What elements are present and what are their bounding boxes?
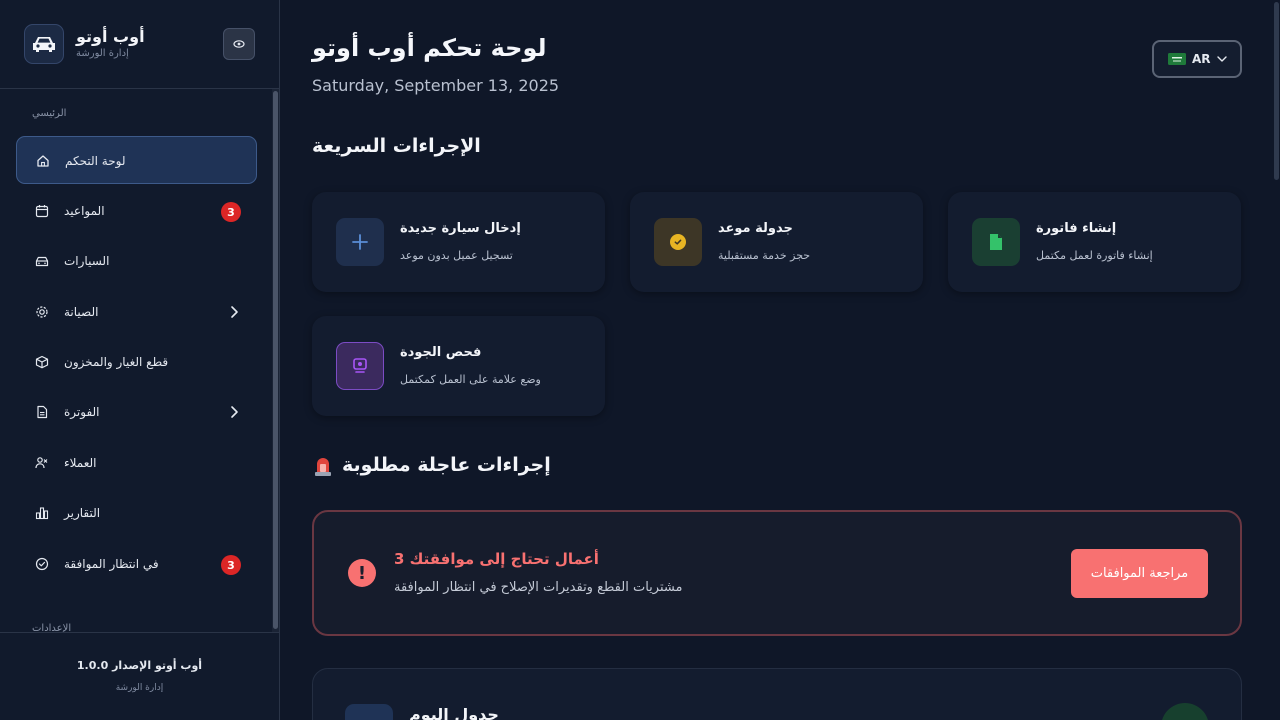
footer-subtitle: إدارة الورشة bbox=[115, 683, 164, 693]
alert-title: أعمال تحتاج إلى موافقتك 3 bbox=[394, 550, 599, 568]
sidebar-item-pending-approval[interactable]: في انتظار الموافقة 3 bbox=[16, 540, 257, 588]
sidebar-footer: أوب أوتو الإصدار 1.0.0 إدارة الورشة bbox=[0, 632, 279, 720]
main-content: لوحة تحكم أوب أوتو Saturday, September 1… bbox=[280, 0, 1280, 720]
alert-icon: ! bbox=[348, 559, 376, 587]
card-title: إدخال سيارة جديدة bbox=[400, 221, 521, 236]
schedule-status-icon bbox=[1161, 703, 1209, 720]
plus-icon bbox=[336, 218, 384, 266]
sidebar-item-label: المواعيد bbox=[64, 204, 105, 218]
users-icon bbox=[35, 457, 48, 469]
sidebar-item-label: الصيانة bbox=[64, 305, 99, 319]
inspection-icon bbox=[336, 342, 384, 390]
sidebar-item-cars[interactable]: السيارات bbox=[16, 237, 257, 285]
card-title: إنشاء فاتورة bbox=[1036, 221, 1117, 236]
toggle-visibility-button[interactable] bbox=[223, 28, 255, 60]
calendar-icon bbox=[35, 205, 49, 218]
eye-icon bbox=[233, 40, 245, 48]
count-badge: 3 bbox=[221, 555, 241, 575]
create-invoice-card[interactable]: إنشاء فاتورة إنشاء فاتورة لعمل مكتمل bbox=[948, 192, 1241, 292]
sidebar-scrollbar-thumb[interactable] bbox=[273, 91, 278, 629]
sidebar-item-label: التقارير bbox=[64, 506, 101, 520]
main-scrollbar-thumb[interactable] bbox=[1274, 2, 1279, 180]
box-icon bbox=[35, 355, 49, 369]
sidebar-item-reports[interactable]: التقارير bbox=[16, 489, 257, 537]
car-icon bbox=[35, 256, 49, 267]
sidebar-item-customers[interactable]: العملاء bbox=[16, 439, 257, 487]
calendar-icon bbox=[345, 704, 393, 720]
card-description: إنشاء فاتورة لعمل مكتمل bbox=[1036, 249, 1153, 262]
urgent-actions-heading: إجراءات عاجلة مطلوبة bbox=[312, 453, 551, 477]
urgent-actions-title: إجراءات عاجلة مطلوبة bbox=[342, 454, 551, 476]
chevron-right-icon bbox=[231, 306, 238, 318]
chevron-right-icon bbox=[231, 406, 238, 418]
language-code: AR bbox=[1192, 52, 1211, 66]
sidebar-item-parts-inventory[interactable]: قطع الغيار والمخزون bbox=[16, 338, 257, 386]
card-description: تسجيل عميل بدون موعد bbox=[400, 249, 513, 262]
section-label-main: الرئيسي bbox=[32, 108, 67, 119]
sidebar-item-label: قطع الغيار والمخزون bbox=[64, 355, 169, 369]
card-description: حجز خدمة مستقبلية bbox=[718, 249, 811, 262]
app-version: أوب أوتو الإصدار 1.0.0 bbox=[76, 659, 203, 672]
sidebar-item-dashboard[interactable]: لوحة التحكم bbox=[16, 136, 257, 184]
bar-chart-icon bbox=[35, 507, 49, 520]
sidebar-item-maintenance[interactable]: الصيانة bbox=[16, 288, 257, 336]
saudi-flag-icon bbox=[1168, 53, 1186, 65]
siren-icon bbox=[315, 458, 331, 476]
brand-name: أوب أوتو bbox=[76, 27, 145, 46]
sidebar-nav: الرئيسي لوحة التحكم المواعيد 3 السيارات … bbox=[0, 89, 272, 632]
sidebar-item-label: السيارات bbox=[64, 254, 110, 268]
sidebar-item-label: الفوترة bbox=[64, 405, 100, 419]
sidebar-item-label: في انتظار الموافقة bbox=[64, 557, 159, 571]
card-description: وضع علامة على العمل كمكتمل bbox=[400, 373, 541, 386]
schedule-appointment-card[interactable]: جدولة موعد حجز خدمة مستقبلية bbox=[630, 192, 923, 292]
check-circle-icon bbox=[35, 557, 49, 571]
chevron-down-icon bbox=[1216, 56, 1227, 62]
quality-inspection-card[interactable]: فحص الجودة وضع علامة على العمل كمكتمل bbox=[312, 316, 605, 416]
sidebar-item-billing[interactable]: الفوترة bbox=[16, 388, 257, 436]
section-label-settings: الإعدادات bbox=[32, 623, 72, 632]
sidebar-item-appointments[interactable]: المواعيد 3 bbox=[16, 187, 257, 235]
page-title: لوحة تحكم أوب أوتو bbox=[312, 34, 547, 62]
car-logo-icon bbox=[24, 24, 64, 64]
clock-icon bbox=[654, 218, 702, 266]
todays-schedule-card: جدول اليوم bbox=[312, 668, 1242, 720]
count-badge: 3 bbox=[221, 202, 241, 222]
card-title: جدولة موعد bbox=[718, 221, 793, 236]
language-selector[interactable]: AR bbox=[1152, 40, 1242, 78]
new-car-intake-card[interactable]: إدخال سيارة جديدة تسجيل عميل بدون موعد bbox=[312, 192, 605, 292]
sidebar: أوب أوتو إدارة الورشة الرئيسي لوحة التحك… bbox=[0, 0, 280, 720]
card-title: فحص الجودة bbox=[400, 345, 482, 360]
sidebar-item-label: العملاء bbox=[64, 456, 97, 470]
brand-header: أوب أوتو إدارة الورشة bbox=[0, 0, 279, 89]
alert-description: مشتريات القطع وتقديرات الإصلاح في انتظار… bbox=[394, 580, 683, 595]
document-icon bbox=[972, 218, 1020, 266]
pending-approvals-alert: ! أعمال تحتاج إلى موافقتك 3 مشتريات القط… bbox=[312, 510, 1242, 636]
quick-actions-title: الإجراءات السريعة bbox=[312, 135, 481, 157]
sidebar-item-label: لوحة التحكم bbox=[65, 154, 126, 168]
current-date: Saturday, September 13, 2025 bbox=[312, 76, 560, 95]
review-approvals-button[interactable]: مراجعة الموافقات bbox=[1071, 549, 1208, 598]
brand-subtitle: إدارة الورشة bbox=[76, 48, 129, 59]
file-icon bbox=[37, 405, 48, 419]
home-icon bbox=[37, 155, 49, 167]
schedule-title: جدول اليوم bbox=[409, 705, 499, 720]
gear-icon bbox=[36, 306, 48, 318]
